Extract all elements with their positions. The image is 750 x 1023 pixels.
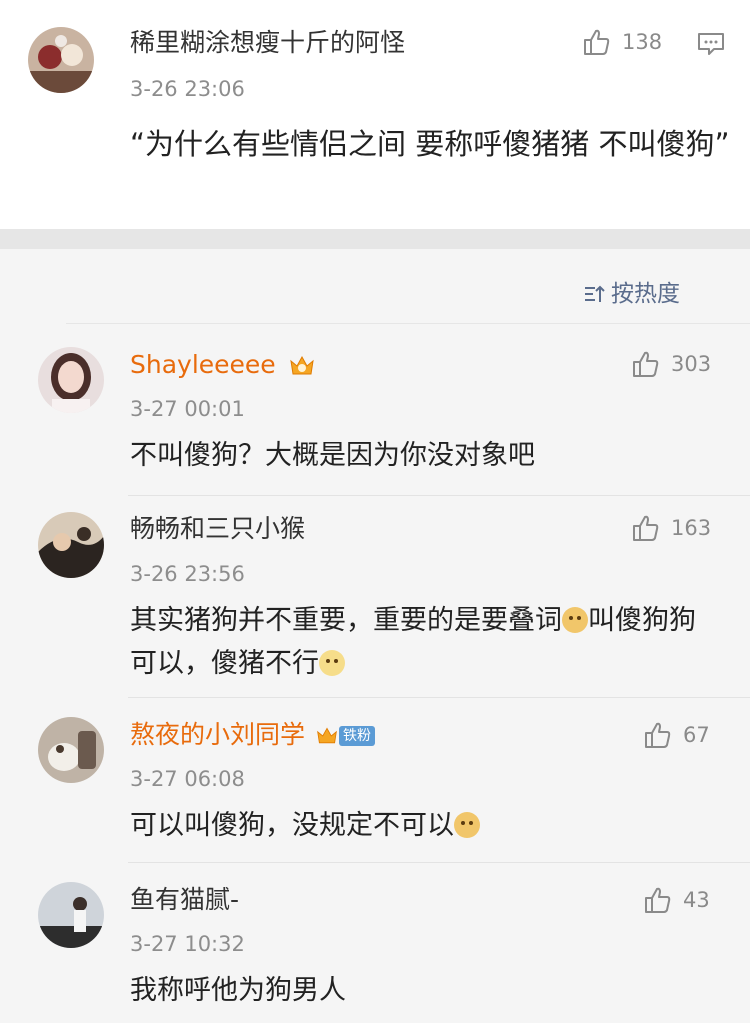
sort-icon xyxy=(585,285,605,302)
like-button[interactable]: 43 xyxy=(643,883,710,917)
fan-badge-label: 铁粉 xyxy=(338,726,375,746)
post-author[interactable]: 稀里糊涂想瘦十斤的阿怪 xyxy=(130,28,405,58)
sort-divider xyxy=(66,323,750,324)
comment-timestamp: 3-26 23:56 xyxy=(130,562,245,586)
post-timestamp: 3-26 23:06 xyxy=(130,77,245,101)
commenter-name[interactable]: Shayleeeee xyxy=(130,350,316,380)
comment-text: 不叫傻狗？大概是因为你没对象吧 xyxy=(130,440,535,471)
avatar[interactable] xyxy=(38,882,104,948)
like-button[interactable]: 67 xyxy=(643,718,710,752)
commenter-name[interactable]: 鱼有猫腻- xyxy=(130,885,239,915)
comment-timestamp: 3-27 00:01 xyxy=(130,397,245,421)
crown-icon xyxy=(289,355,314,375)
thumbs-up-icon xyxy=(645,887,671,913)
sort-by-hot-button[interactable]: 按热度 xyxy=(583,280,680,308)
original-post: 稀里糊涂想瘦十斤的阿怪 3-26 23:06 138 “为什么有些情侣之间 要称… xyxy=(0,0,750,229)
doge-emoji-icon xyxy=(562,607,588,633)
post-text: “为什么有些情侣之间 要称呼傻猪猪 不叫傻狗” xyxy=(130,127,730,161)
comment-timestamp: 3-27 06:08 xyxy=(130,767,245,791)
fan-badge: 铁粉 xyxy=(315,724,375,748)
like-button[interactable]: 303 xyxy=(631,347,711,381)
avatar[interactable] xyxy=(28,27,94,93)
avatar[interactable] xyxy=(38,717,104,783)
like-count: 163 xyxy=(671,516,712,540)
comment-divider xyxy=(128,862,750,863)
comment-divider xyxy=(128,697,750,698)
doge-emoji-icon xyxy=(454,812,480,838)
section-divider xyxy=(0,229,750,249)
thumbs-up-icon xyxy=(633,515,659,541)
commenter-name[interactable]: 畅畅和三只小猴 xyxy=(130,514,305,544)
comment-divider xyxy=(128,495,750,496)
thumbs-up-icon xyxy=(645,722,671,748)
crown-icon xyxy=(317,727,337,744)
like-button[interactable]: 163 xyxy=(631,511,711,545)
thumbs-up-icon xyxy=(584,29,610,55)
comment-text: 其实猪狗并不重要，重要的是要叠词 叫傻狗狗可以，傻猪不行 xyxy=(130,605,696,679)
avatar[interactable] xyxy=(38,512,104,578)
avatar[interactable] xyxy=(38,347,104,413)
like-count: 43 xyxy=(683,888,710,912)
glasses-emoji-icon xyxy=(319,650,345,676)
sort-label: 按热度 xyxy=(611,281,680,307)
comment-text: 我称呼他为狗男人 xyxy=(130,975,346,1006)
comment-text: 可以叫傻狗，没规定不可以 xyxy=(130,804,720,847)
thumbs-up-icon xyxy=(633,351,659,377)
like-count: 303 xyxy=(671,352,712,376)
like-count: 67 xyxy=(683,723,710,747)
commenter-name[interactable]: 熬夜的小刘同学 铁粉 xyxy=(130,720,375,750)
like-count: 138 xyxy=(622,30,663,54)
comment-icon[interactable] xyxy=(696,29,726,59)
comment-timestamp: 3-27 10:32 xyxy=(130,932,245,956)
like-button[interactable]: 138 xyxy=(582,25,662,59)
